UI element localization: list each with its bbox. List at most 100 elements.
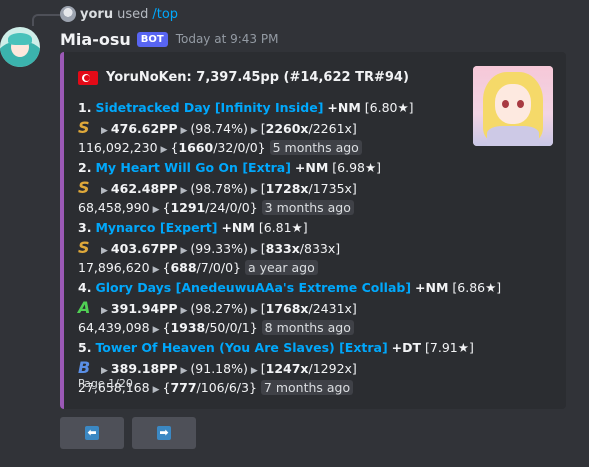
embed-author-text[interactable]: YoruNoKen: 7,397.45pp (#14,622 TR#94)	[106, 70, 409, 85]
accuracy: (98.27%)	[190, 301, 248, 316]
separator-icon: ▶	[180, 306, 188, 316]
combo: 833x	[265, 241, 300, 256]
hits-300: 1660	[178, 140, 214, 155]
score-list: 1. Sidetracked Day [Infinity Inside] +NM…	[78, 98, 501, 398]
relative-time[interactable]: 5 months ago	[269, 140, 362, 155]
discord-message: yoru used /top Mia-osu BOT Today at 9:43…	[0, 0, 589, 467]
score-hits-line: 116,092,230 ▶ {1660/32/0/0} 5 months ago	[78, 138, 458, 158]
combo: 1768x	[265, 301, 309, 316]
separator-icon: ▶	[152, 325, 160, 335]
accuracy: (98.74%)	[190, 121, 248, 136]
hits-300: 1938	[170, 320, 206, 335]
rank-icon: A	[78, 298, 91, 317]
pp-value: 476.62PP	[110, 121, 178, 136]
separator-icon: ▶	[250, 366, 258, 376]
separator-icon: ▶	[250, 126, 258, 136]
separator-icon: ▶	[180, 126, 188, 136]
pp-value: 391.94PP	[110, 301, 178, 316]
hits-300: 688	[170, 260, 197, 275]
score-hits-line: 64,439,098 ▶ {1938/50/0/1} 8 months ago	[78, 318, 458, 338]
separator-icon: ▶	[101, 366, 108, 376]
right-arrow-icon: ➡	[157, 426, 171, 440]
mods: +NM	[294, 160, 329, 175]
bot-username[interactable]: Mia-osu	[60, 30, 131, 49]
hits-rest: /24/0/0}	[205, 200, 258, 215]
separator-icon: ▶	[160, 145, 168, 155]
embed-footer: Page 1/20	[78, 377, 133, 390]
combo: 1247x	[265, 361, 309, 376]
star-rating: [6.98★]	[332, 160, 382, 175]
score-index: 4.	[78, 280, 92, 295]
star-rating: [6.80★]	[364, 100, 414, 115]
relative-time[interactable]: 8 months ago	[261, 320, 354, 335]
separator-icon: ▶	[152, 205, 160, 215]
star-rating: [7.91★]	[425, 340, 474, 355]
mods: +NM	[415, 280, 449, 295]
bot-badge: BOT	[136, 31, 168, 47]
separator-icon: ▶	[180, 186, 188, 196]
separator-icon: ▶	[101, 246, 108, 256]
reply-avatar[interactable]	[60, 6, 76, 22]
separator-icon: ▶	[250, 246, 258, 256]
score-stats-line: A ▶ 391.94PP ▶ (98.27%) ▶ [1768x/2431x]	[78, 298, 458, 318]
reply-username[interactable]: yoru	[80, 7, 113, 22]
beatmap-link[interactable]: Sidetracked Day [Infinity Inside]	[95, 100, 323, 115]
score-value: 68,458,990	[78, 200, 150, 215]
score-stats-line: S ▶ 476.62PP ▶ (98.74%) ▶ [2260x/2261x]	[78, 118, 458, 138]
combo: 1728x	[265, 181, 309, 196]
score-title-line: 1. Sidetracked Day [Infinity Inside] +NM…	[78, 98, 458, 118]
pp-value: 462.48PP	[110, 181, 178, 196]
mods: +NM	[221, 220, 255, 235]
accuracy: (99.33%)	[190, 241, 248, 256]
relative-time[interactable]: a year ago	[244, 260, 318, 275]
star-rating: [6.81★]	[258, 220, 308, 235]
turkey-flag-icon	[78, 70, 98, 85]
score-hits-line: 68,458,990 ▶ {1291/24/0/0} 3 months ago	[78, 198, 458, 218]
star-rating: [6.86★]	[452, 280, 502, 295]
score-stats-line: B ▶ 389.18PP ▶ (91.18%) ▶ [1247x/1292x]	[78, 358, 458, 378]
mods: +NM	[327, 100, 361, 115]
score-stats-line: S ▶ 462.48PP ▶ (98.78%) ▶ [1728x/1735x]	[78, 178, 458, 198]
relative-time[interactable]: 7 months ago	[260, 380, 354, 395]
max-combo: /833x]	[299, 241, 341, 256]
previous-page-button[interactable]: ⬅	[60, 417, 124, 449]
left-arrow-icon: ⬅	[85, 426, 99, 440]
relative-time[interactable]: 3 months ago	[261, 200, 354, 215]
mods: +DT	[391, 340, 422, 355]
separator-icon: ▶	[250, 306, 258, 316]
max-combo: /1735x]	[308, 181, 357, 196]
hits-300: 777	[170, 380, 197, 395]
beatmap-link[interactable]: Tower Of Heaven (You Are Slaves) [Extra]	[95, 340, 387, 355]
score-index: 5.	[78, 340, 92, 355]
score-value: 116,092,230	[78, 140, 158, 155]
reply-command[interactable]: /top	[152, 7, 178, 22]
hits-rest: /32/0/0}	[213, 140, 266, 155]
hits-300: 1291	[170, 200, 206, 215]
score-stats-line: S ▶ 403.67PP ▶ (99.33%) ▶ [833x/833x]	[78, 238, 458, 258]
separator-icon: ▶	[152, 385, 160, 395]
max-combo: /2431x]	[308, 301, 357, 316]
pp-value: 403.67PP	[110, 241, 178, 256]
embed-thumbnail[interactable]	[473, 66, 553, 146]
reply-context[interactable]: yoru used /top	[60, 5, 178, 23]
beatmap-link[interactable]: Mynarco [Expert]	[95, 220, 217, 235]
separator-icon: ▶	[101, 306, 108, 316]
message-header: Mia-osu BOT Today at 9:43 PM	[60, 28, 278, 50]
beatmap-link[interactable]: My Heart Will Go On [Extra]	[95, 160, 290, 175]
rank-icon: S	[78, 118, 90, 137]
beatmap-link[interactable]: Glory Days [AnedeuwuAAa's Extreme Collab…	[95, 280, 411, 295]
embed-author: YoruNoKen: 7,397.45pp (#14,622 TR#94)	[78, 70, 409, 85]
message-timestamp[interactable]: Today at 9:43 PM	[176, 32, 279, 46]
score-hits-line: 27,658,168 ▶ {777/106/6/3} 7 months ago	[78, 378, 458, 398]
separator-icon: ▶	[101, 126, 108, 136]
next-page-button[interactable]: ➡	[132, 417, 196, 449]
separator-icon: ▶	[152, 265, 160, 275]
separator-icon: ▶	[180, 366, 188, 376]
accuracy: (98.78%)	[190, 181, 248, 196]
reply-spine	[32, 14, 60, 26]
bot-avatar[interactable]	[0, 27, 40, 67]
accuracy: (91.18%)	[190, 361, 248, 376]
combo: 2260x	[265, 121, 309, 136]
score-title-line: 5. Tower Of Heaven (You Are Slaves) [Ext…	[78, 338, 474, 358]
score-hits-line: 17,896,620 ▶ {688/7/0/0} a year ago	[78, 258, 458, 278]
